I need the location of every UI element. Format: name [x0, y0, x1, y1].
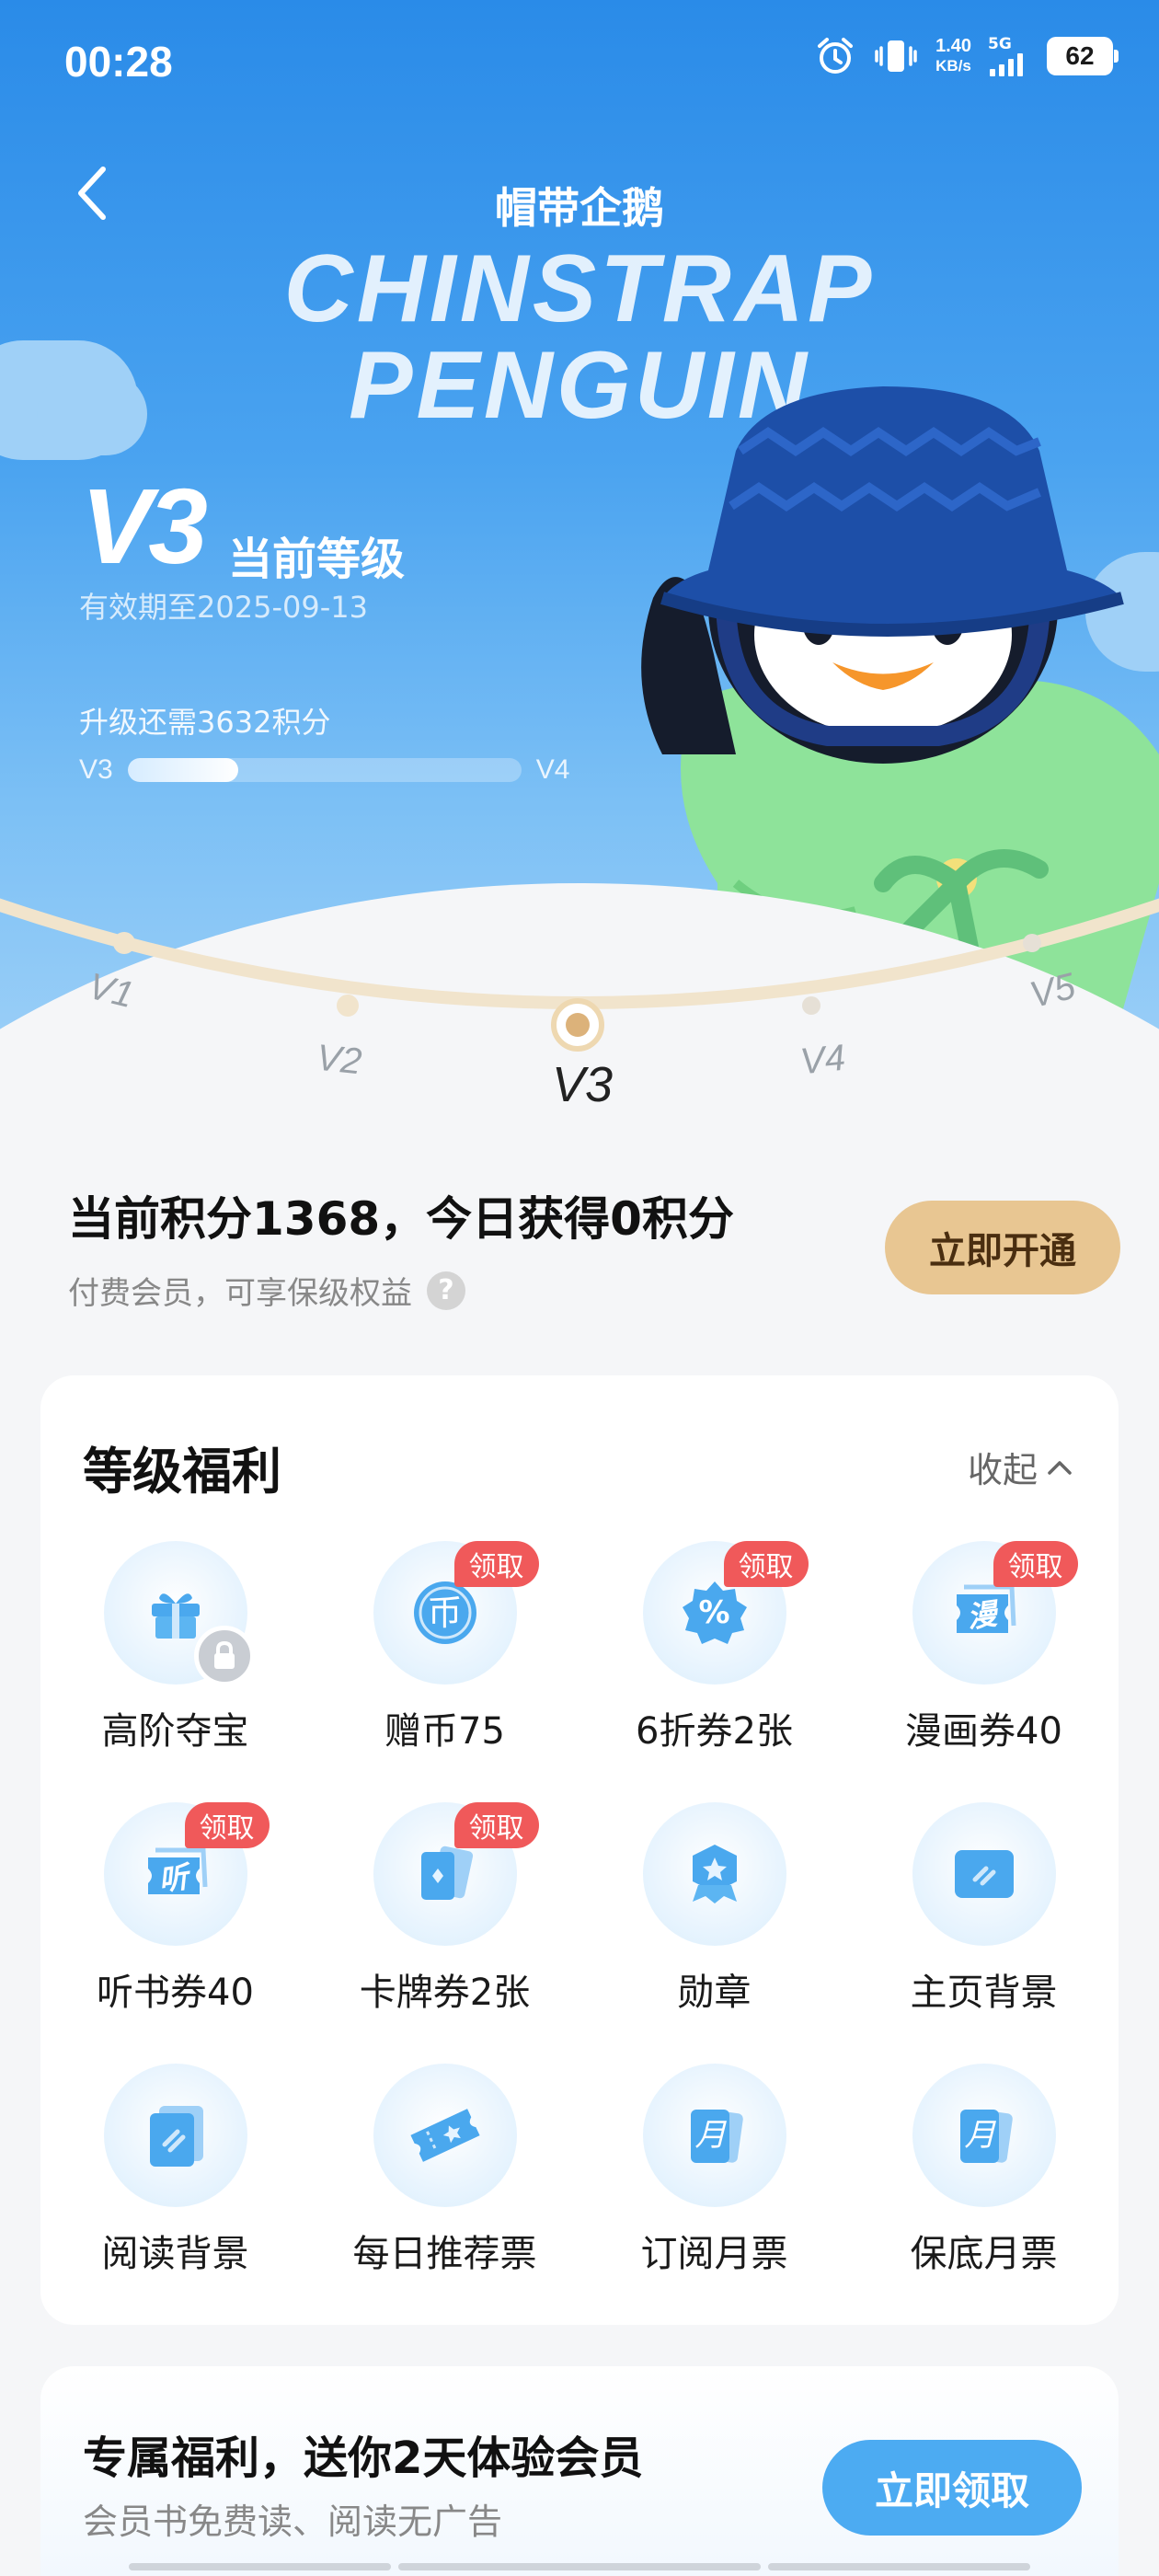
benefit-label: 主页背景 [910, 1972, 1058, 2014]
audio-ticket-icon: 听 [139, 1837, 212, 1911]
benefit-label: 高阶夺宝 [101, 1710, 249, 1753]
level-hero: 00:28 1.40 KB/s 5G 62 帽带企鹅 CHINSTRAP PEN… [0, 0, 1159, 1150]
benefit-label: 勋章 [677, 1972, 752, 2014]
bottom-edge-bars [129, 2563, 1030, 2570]
benefit-icon-circle [103, 2064, 247, 2207]
points-subtitle: 付费会员，可享保级权益 ? [68, 1268, 465, 1313]
benefit-icon-circle: 漫 领取 [912, 1541, 1078, 1685]
benefit-item[interactable]: 漫 领取漫画券40 [849, 1541, 1119, 1754]
chevron-up-icon [1048, 1460, 1072, 1475]
benefit-icon-circle: 领取 [373, 1802, 539, 1946]
promo-title: 专属福利，送你2天体验会员 [83, 2432, 644, 2484]
claim-badge[interactable]: 领取 [453, 1802, 539, 1848]
discount-icon: % [678, 1576, 752, 1650]
benefit-label: 每日推荐票 [352, 2233, 537, 2275]
trial-promo-card: 专属福利，送你2天体验会员 会员书免费读、阅读无广告 立即领取 [40, 2366, 1119, 2576]
bottom-bar-2 [397, 2563, 762, 2570]
open-membership-button[interactable]: 立即开通 [885, 1201, 1120, 1294]
benefit-item[interactable]: 高阶夺宝 [40, 1541, 310, 1754]
benefit-label: 阅读背景 [101, 2233, 249, 2275]
claim-badge[interactable]: 领取 [184, 1802, 270, 1848]
recommend-ticket-icon [407, 2097, 484, 2174]
level-node-v3: V3 [552, 1057, 614, 1112]
level-node-v2: V2 [314, 1037, 364, 1083]
benefit-icon-circle [642, 1802, 786, 1946]
benefit-item[interactable]: 月保底月票 [849, 2064, 1119, 2277]
coin-icon: 币 [408, 1576, 482, 1650]
collapse-button[interactable]: 收起 [968, 1442, 1073, 1492]
benefit-icon-circle: % 领取 [642, 1541, 809, 1685]
lock-icon [193, 1626, 255, 1686]
bottom-bar-1 [129, 2563, 391, 2570]
benefit-icon-circle [912, 1802, 1056, 1946]
benefit-item[interactable]: 主页背景 [849, 1802, 1119, 2016]
points-subtitle-text: 付费会员，可享保级权益 [68, 1275, 412, 1312]
benefit-icon-glyph: % [698, 1594, 730, 1631]
benefit-label: 卡牌券2张 [359, 1972, 531, 2014]
reading-bg-icon [139, 2099, 212, 2172]
benefit-icon-circle [373, 2064, 517, 2207]
benefit-grid: 高阶夺宝币领取 赠币75% 领取 6折券2张漫领取 漫画券40 听领取 听书券40 领取 卡牌券… [40, 1541, 1119, 2277]
benefit-item[interactable]: 每日推荐票 [310, 2064, 580, 2277]
benefit-icon-glyph: 听 [155, 1858, 190, 1898]
claim-badge[interactable]: 领取 [453, 1541, 539, 1587]
benefit-item[interactable]: % 领取 6折券2张 [580, 1541, 849, 1754]
level-node-v4: V4 [798, 1037, 848, 1083]
level-arc [0, 898, 1159, 1052]
benefit-icon-circle [103, 1541, 255, 1686]
benefit-item[interactable]: 领取卡牌券2张 [310, 1802, 580, 2016]
claim-badge[interactable]: 领取 [723, 1541, 809, 1587]
benefit-icon-circle: 听 领取 [103, 1802, 270, 1946]
homepage-bg-icon [947, 1837, 1021, 1911]
benefit-label: 漫画券40 [905, 1710, 1062, 1753]
medal-icon [678, 1837, 752, 1911]
comic-ticket-icon: 漫 [947, 1576, 1021, 1650]
claim-trial-button[interactable]: 立即领取 [822, 2440, 1082, 2536]
benefit-icon-circle: 币 领取 [373, 1541, 539, 1685]
benefit-label: 听书券40 [97, 1972, 254, 2014]
promo-subtitle: 会员书免费读、阅读无广告 [83, 2501, 503, 2542]
benefits-title: 等级福利 [83, 1443, 281, 1501]
benefit-item[interactable]: 勋章 [580, 1802, 849, 2016]
card-ticket-icon [408, 1837, 482, 1911]
bottom-bar-3 [768, 2563, 1030, 2570]
benefit-item[interactable]: 阅读背景 [40, 2064, 310, 2277]
benefit-label: 订阅月票 [640, 2233, 788, 2275]
collapse-label: 收起 [967, 1450, 1038, 1490]
benefit-icon-glyph: 币 [427, 1593, 463, 1633]
points-summary: 当前积分1368，今日获得0积分 [68, 1192, 734, 1246]
benefit-label: 保底月票 [910, 2233, 1058, 2275]
benefit-icon-glyph: 月 [694, 2117, 727, 2154]
benefit-icon-circle: 月 [912, 2064, 1056, 2207]
benefit-label: 6折券2张 [636, 1710, 793, 1753]
subscribe-monthly-ticket-icon: 月 [678, 2099, 752, 2172]
benefit-item[interactable]: 币 领取赠币75 [310, 1541, 580, 1754]
benefit-item[interactable]: 听 领取听书券40 [40, 1802, 310, 2016]
benefit-icon-circle: 月 [642, 2064, 786, 2207]
benefit-item[interactable]: 月订阅月票 [580, 2064, 849, 2277]
benefit-icon-glyph: 月 [964, 2117, 996, 2154]
level-benefits-card: 等级福利 收起 高阶夺宝币领取 赠币75% 领取 6折券2张漫领取 漫画券40 听领取 听书… [40, 1375, 1119, 2325]
help-icon[interactable]: ? [427, 1271, 465, 1310]
benefit-label: 赠币75 [384, 1710, 505, 1753]
gift-icon [143, 1580, 209, 1646]
claim-badge[interactable]: 领取 [993, 1541, 1078, 1587]
guaranteed-monthly-ticket-icon: 月 [947, 2099, 1021, 2172]
benefit-icon-glyph: 漫 [964, 1596, 999, 1636]
